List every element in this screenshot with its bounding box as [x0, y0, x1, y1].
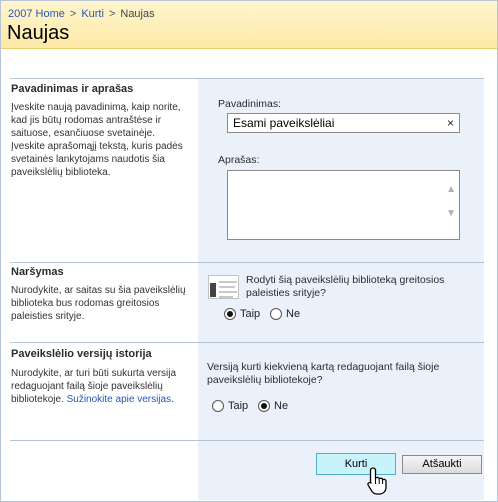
- versioning-section: Paveikslėlio versijų istorija Nurodykite…: [10, 342, 484, 440]
- versioning-yes-label[interactable]: Taip: [228, 400, 248, 412]
- navigation-no-label[interactable]: Ne: [286, 308, 300, 320]
- section-title: Paveikslėlio versijų istorija: [11, 348, 152, 360]
- versioning-question: Versiją kurti kiekvieną kartą redaguojan…: [207, 361, 440, 386]
- description-label: Aprašas:: [218, 154, 260, 166]
- description-textarea[interactable]: ▲ ▼: [227, 170, 460, 240]
- section-description: Įveskite naują pavadinimą, kaip norite, …: [11, 102, 183, 178]
- learn-versioning-link[interactable]: Sužinokite apie versijas.: [67, 394, 174, 405]
- versioning-no-label[interactable]: Ne: [274, 400, 288, 412]
- name-input[interactable]: Esami paveikslėliai ×: [227, 113, 460, 133]
- page-header: 2007 Home > Kurti > Naujas Naujas: [1, 1, 497, 49]
- breadcrumb-home-link[interactable]: 2007 Home: [8, 8, 65, 20]
- breadcrumb-separator: >: [108, 8, 116, 20]
- section-title: Naršymas: [11, 266, 64, 278]
- clear-icon[interactable]: ×: [447, 116, 454, 130]
- navigation-yes-radio[interactable]: [224, 308, 236, 320]
- breadcrumb-parent-link[interactable]: Kurti: [81, 8, 104, 20]
- navigation-question: Rodyti šią paveikslėlių biblioteką greit…: [246, 274, 445, 299]
- breadcrumb: 2007 Home > Kurti > Naujas: [8, 8, 155, 20]
- versioning-yes-radio[interactable]: [212, 400, 224, 412]
- section-description: Nurodykite, ar saitas su šia paveikslėli…: [11, 285, 186, 322]
- name-description-section: Pavadinimas ir aprašas Įveskite naują pa…: [10, 78, 484, 262]
- cancel-button[interactable]: Atšaukti: [402, 455, 482, 474]
- section-fields: Pavadinimas: Esami paveikslėliai × Apraš…: [198, 79, 484, 262]
- navigation-yes-label[interactable]: Taip: [240, 308, 260, 320]
- navigation-no-option[interactable]: Ne: [270, 308, 300, 320]
- navigation-no-radio[interactable]: [270, 308, 282, 320]
- section-info: Paveikslėlio versijų istorija Nurodykite…: [10, 343, 198, 440]
- hand-cursor-icon: [367, 467, 387, 495]
- section-description: Nurodykite, ar turi būti sukurta versija…: [11, 367, 187, 406]
- versioning-yes-option[interactable]: Taip: [212, 400, 248, 412]
- breadcrumb-separator: >: [69, 8, 77, 20]
- versioning-no-option[interactable]: Ne: [258, 400, 288, 412]
- page-title: Naujas: [7, 22, 70, 44]
- quick-launch-icon: [208, 275, 239, 299]
- breadcrumb-current: Naujas: [120, 8, 155, 20]
- section-title: Pavadinimas ir aprašas: [11, 83, 134, 95]
- section-fields: Rodyti šią paveikslėlių biblioteką greit…: [198, 263, 484, 342]
- name-input-value: Esami paveikslėliai: [233, 116, 335, 130]
- section-fields: Versiją kurti kiekvieną kartą redaguojan…: [198, 343, 484, 440]
- scroll-down-icon[interactable]: ▼: [446, 208, 456, 219]
- section-info: Naršymas Nurodykite, ar saitas su šia pa…: [10, 263, 198, 342]
- navigation-yes-option[interactable]: Taip: [224, 308, 260, 320]
- navigation-section: Naršymas Nurodykite, ar saitas su šia pa…: [10, 262, 484, 342]
- scroll-up-icon[interactable]: ▲: [446, 184, 456, 195]
- section-info: Pavadinimas ir aprašas Įveskite naują pa…: [10, 79, 198, 262]
- name-label: Pavadinimas:: [218, 98, 282, 110]
- versioning-no-radio[interactable]: [258, 400, 270, 412]
